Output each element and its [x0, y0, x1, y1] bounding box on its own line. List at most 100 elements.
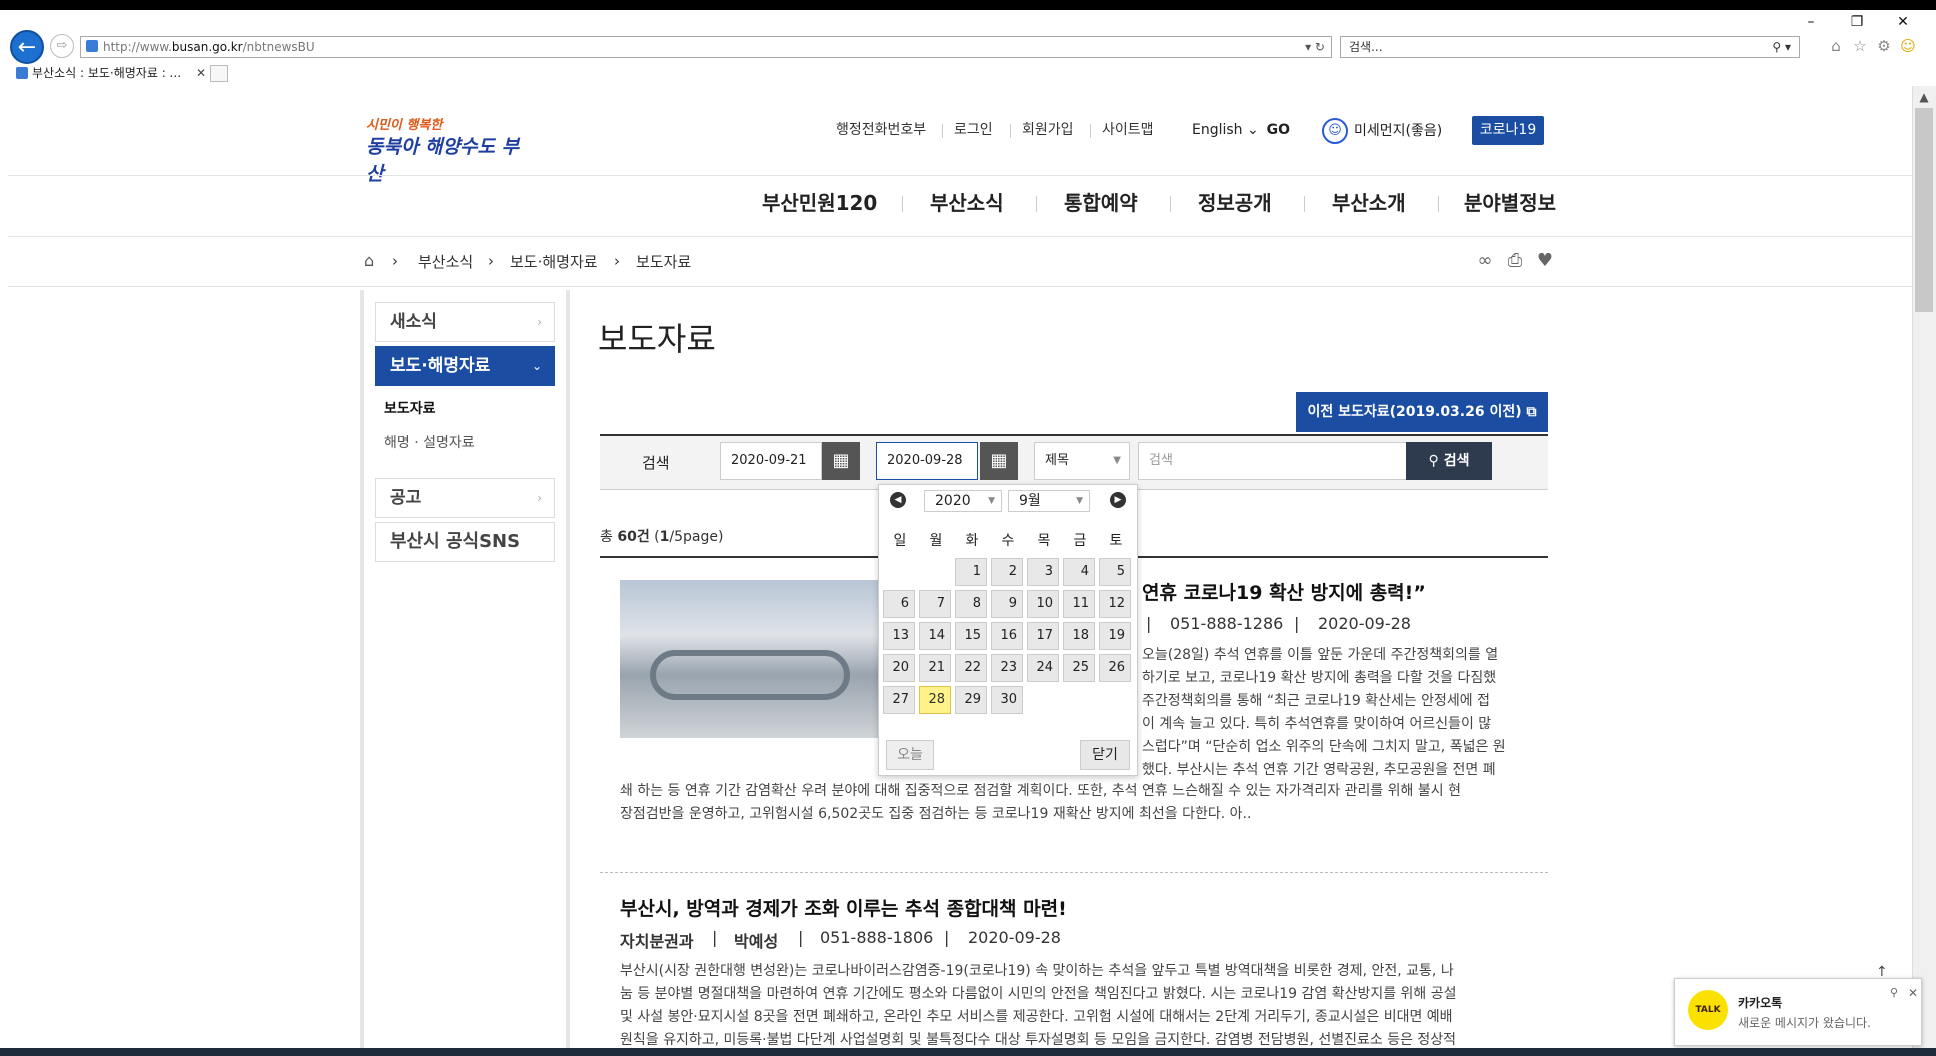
tab-close-icon[interactable]: ✕ — [196, 63, 206, 83]
calendar-day[interactable]: 11 — [1063, 590, 1095, 618]
date-from-input[interactable]: 2020-09-21 — [720, 442, 822, 480]
calendar-day[interactable]: 13 — [883, 622, 915, 650]
calendar-day[interactable]: 23 — [991, 654, 1023, 682]
heart-icon[interactable]: ♥ — [1534, 250, 1556, 272]
chevron-down-icon: ▼ — [1076, 496, 1083, 506]
close-icon[interactable]: ✕ — [1908, 986, 1918, 1000]
calendar-day[interactable]: 12 — [1099, 590, 1131, 618]
calendar-day[interactable]: 5 — [1099, 558, 1131, 586]
language-go-button[interactable]: GO — [1267, 116, 1290, 144]
util-link-login[interactable]: 로그인 — [954, 120, 993, 140]
pin-icon[interactable]: ⚲ — [1890, 986, 1898, 999]
keyword-input[interactable]: 검색 — [1138, 442, 1408, 480]
home-icon[interactable]: ⌂ — [1826, 36, 1846, 56]
prev-press-button[interactable]: 이전 보도자료(2019.03.26 이전) ⧉ — [1296, 392, 1548, 432]
calendar-day[interactable]: 26 — [1099, 654, 1131, 682]
search-button[interactable]: ⚲ 검색 — [1406, 442, 1492, 480]
print-icon[interactable]: ⎙ — [1504, 250, 1526, 272]
date-to-input[interactable]: 2020-09-28 — [876, 442, 978, 480]
lnb-item-sns[interactable]: 부산시 공식SNS — [375, 522, 555, 562]
gnb-item-disclosure[interactable]: 정보공개 — [1198, 190, 1272, 216]
calendar-day[interactable]: 10 — [1027, 590, 1059, 618]
search-field-select[interactable]: 제목 ▼ — [1034, 442, 1130, 480]
calendar-day[interactable]: 25 — [1063, 654, 1095, 682]
back-icon[interactable]: ← — [10, 30, 44, 64]
forward-icon[interactable]: ⇨ — [50, 34, 74, 58]
smiley-icon[interactable]: ☺ — [1898, 36, 1918, 56]
gnb-item-fields[interactable]: 분야별정보 — [1464, 190, 1556, 216]
gnb-item-civil[interactable]: 부산민원120 — [762, 190, 877, 216]
chevron-right-icon: › — [537, 491, 542, 505]
share-icon[interactable]: ∞ — [1474, 250, 1496, 272]
lnb-item-notice[interactable]: 공고 › — [375, 478, 555, 518]
calendar-day[interactable]: 7 — [919, 590, 951, 618]
calendar-day[interactable]: 15 — [955, 622, 987, 650]
today-button[interactable]: 오늘 — [886, 740, 934, 770]
scroll-up-icon[interactable]: ▲ — [1912, 90, 1936, 108]
calendar-day[interactable]: 17 — [1027, 622, 1059, 650]
prev-month-icon[interactable]: ◀ — [890, 492, 906, 508]
breadcrumb-news[interactable]: 부산소식 — [418, 252, 473, 272]
util-link-phonebook[interactable]: 행정전화번호부 — [836, 120, 926, 140]
corona19-button[interactable]: 코로나19 — [1472, 116, 1544, 145]
search-icon[interactable]: ⚲ ▾ — [1772, 37, 1791, 57]
address-bar[interactable]: http://www.busan.go.kr/nbtnewsBU ▾ ↻ — [80, 36, 1332, 58]
home-icon[interactable]: ⌂ — [364, 252, 382, 270]
year-select[interactable]: 2020 ▼ — [924, 490, 1002, 512]
summary-line: 오늘(28일) 추석 연휴를 이틀 앞둔 가운데 주간정책회의를 열 — [1142, 647, 1499, 663]
calendar-day[interactable]: 6 — [883, 590, 915, 618]
busan-logo[interactable]: 시민이 행복한 동북아 해양수도 부산 — [366, 112, 536, 185]
smile-face-icon: ☺ — [1322, 118, 1348, 144]
article-thumbnail[interactable] — [620, 580, 880, 738]
calendar-icon[interactable]: ▦ — [822, 442, 860, 480]
breadcrumb-border — [8, 286, 1912, 287]
scrollbar-thumb[interactable] — [1915, 108, 1933, 312]
lnb-item-news[interactable]: 새소식 › — [375, 302, 555, 342]
calendar-day[interactable]: 8 — [955, 590, 987, 618]
new-tab-button[interactable] — [210, 65, 228, 82]
calendar-day[interactable]: 29 — [955, 686, 987, 714]
lnb-sub-press[interactable]: 보도자료 — [384, 398, 436, 418]
calendar-day[interactable]: 9 — [991, 590, 1023, 618]
util-link-sitemap[interactable]: 사이트맵 — [1102, 120, 1154, 140]
browser-tab[interactable]: 부산소식 : 보도·해명자료 : ... ✕ — [12, 63, 208, 83]
close-calendar-button[interactable]: 닫기 — [1080, 740, 1130, 770]
calendar-day[interactable]: 30 — [991, 686, 1023, 714]
browser-search-input[interactable]: 검색... ⚲ ▾ — [1340, 36, 1800, 58]
calendar-day[interactable]: 2 — [991, 558, 1023, 586]
refresh-icon[interactable]: ▾ ↻ — [1305, 37, 1325, 57]
util-link-signup[interactable]: 회원가입 — [1022, 120, 1074, 140]
calendar-day[interactable]: 19 — [1099, 622, 1131, 650]
breadcrumb-press[interactable]: 보도·해명자료 — [510, 252, 598, 272]
gear-icon[interactable]: ⚙ — [1874, 36, 1894, 56]
calendar-icon[interactable]: ▦ — [980, 442, 1018, 480]
calendar-day[interactable]: 3 — [1027, 558, 1059, 586]
gnb-item-news[interactable]: 부산소식 — [930, 190, 1004, 216]
star-icon[interactable]: ☆ — [1850, 36, 1870, 56]
calendar-day[interactable]: 4 — [1063, 558, 1095, 586]
gnb-item-reservation[interactable]: 통합예약 — [1064, 190, 1138, 216]
language-select[interactable]: English ⌄ GO — [1180, 116, 1300, 144]
calendar-day[interactable]: 21 — [919, 654, 951, 682]
calendar-day[interactable]: 28 — [919, 686, 951, 714]
restore-icon[interactable]: ❐ — [1842, 12, 1872, 32]
fine-dust-status[interactable]: ☺ 미세먼지(좋음) — [1322, 118, 1452, 144]
calendar-day[interactable]: 16 — [991, 622, 1023, 650]
lnb-sub-explain[interactable]: 해명 · 설명자료 — [384, 432, 475, 452]
breadcrumb-current: 보도자료 — [636, 253, 692, 271]
close-window-icon[interactable]: ✕ — [1888, 12, 1918, 32]
calendar-day[interactable]: 27 — [883, 686, 915, 714]
calendar-day[interactable]: 22 — [955, 654, 987, 682]
calendar-day[interactable]: 18 — [1063, 622, 1095, 650]
minimize-icon[interactable]: – — [1796, 12, 1826, 32]
calendar-day[interactable]: 14 — [919, 622, 951, 650]
month-select[interactable]: 9월 ▼ — [1008, 490, 1090, 512]
calendar-day[interactable]: 24 — [1027, 654, 1059, 682]
calendar-day[interactable]: 1 — [955, 558, 987, 586]
article-title[interactable]: 부산시, 방역과 경제가 조화 이루는 추석 종합대책 마련! — [620, 894, 1067, 921]
calendar-day[interactable]: 20 — [883, 654, 915, 682]
gnb-item-about[interactable]: 부산소개 — [1332, 190, 1406, 216]
lnb-item-press[interactable]: 보도·해명자료 ⌄ — [375, 346, 555, 386]
next-month-icon[interactable]: ▶ — [1110, 492, 1126, 508]
article-title[interactable]: 연휴 코로나19 확산 방지에 총력!” — [1142, 578, 1426, 605]
